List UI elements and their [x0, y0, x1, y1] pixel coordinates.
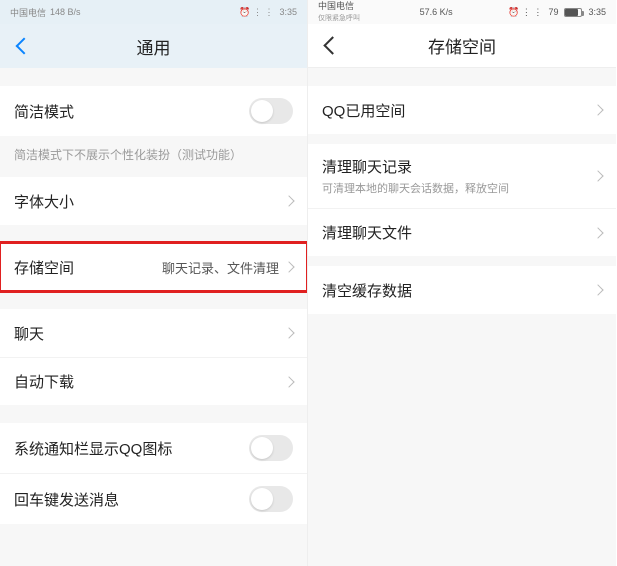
- row-chat[interactable]: 聊天: [0, 309, 307, 357]
- back-button[interactable]: [308, 24, 352, 68]
- row-label: 自动下载: [14, 371, 74, 392]
- carrier-text: 中国电信: [318, 2, 354, 11]
- row-label: 清理聊天文件: [322, 222, 412, 243]
- toggle-enter-send[interactable]: [249, 486, 293, 512]
- row-label: 聊天: [14, 323, 44, 344]
- status-time: 3:35: [588, 7, 606, 17]
- toggle-show-qq-icon[interactable]: [249, 435, 293, 461]
- status-time: 3:35: [279, 7, 297, 17]
- row-label: 存储空间: [14, 257, 74, 278]
- right-screenshot: 中国电信 仅限紧急呼叫 57.6 K/s ⏰ ⋮ ⋮ 79 3:35 存储空间 …: [308, 0, 616, 566]
- row-show-qq-icon[interactable]: 系统通知栏显示QQ图标: [0, 423, 307, 473]
- net-speed: 57.6 K/s: [420, 7, 453, 17]
- row-label: 字体大小: [14, 191, 74, 212]
- battery-pct: 79: [548, 7, 558, 17]
- page-title: 存储空间: [308, 33, 616, 58]
- row-enter-send[interactable]: 回车键发送消息: [0, 473, 307, 524]
- chevron-right-icon: [283, 261, 294, 272]
- row-storage[interactable]: 存储空间 聊天记录、文件清理: [0, 243, 307, 291]
- row-label: 清理聊天记录: [322, 156, 509, 177]
- row-simple-mode[interactable]: 简洁模式: [0, 86, 307, 136]
- chevron-right-icon: [283, 195, 294, 206]
- chevron-right-icon: [592, 227, 603, 238]
- chevron-left-icon: [16, 38, 33, 55]
- carrier-text: 中国电信: [10, 6, 46, 19]
- chevron-right-icon: [283, 376, 294, 387]
- status-bar: 中国电信 148 B/s ⏰ ⋮ ⋮ 3:35: [0, 0, 307, 24]
- simple-mode-caption: 简洁模式下不展示个性化装扮（测试功能）: [0, 136, 307, 177]
- chevron-right-icon: [592, 284, 603, 295]
- row-clear-cache[interactable]: 清空缓存数据: [308, 266, 616, 314]
- chevron-left-icon: [323, 36, 341, 54]
- row-auto-download[interactable]: 自动下载: [0, 357, 307, 405]
- left-screenshot: 中国电信 148 B/s ⏰ ⋮ ⋮ 3:35 通用 简洁模式 简洁模式下不展示…: [0, 0, 308, 566]
- row-clear-files[interactable]: 清理聊天文件: [308, 208, 616, 256]
- chevron-right-icon: [592, 104, 603, 115]
- battery-icon: [564, 8, 582, 17]
- navbar: 存储空间: [308, 24, 616, 68]
- row-subtitle: 可清理本地的聊天会话数据，释放空间: [322, 180, 509, 196]
- carrier-sub: 仅限紧急呼叫: [318, 15, 360, 22]
- status-bar: 中国电信 仅限紧急呼叫 57.6 K/s ⏰ ⋮ ⋮ 79 3:35: [308, 0, 616, 24]
- chevron-right-icon: [283, 327, 294, 338]
- row-clear-history[interactable]: 清理聊天记录 可清理本地的聊天会话数据，释放空间: [308, 144, 616, 208]
- navbar: 通用: [0, 24, 307, 68]
- net-speed: 148 B/s: [50, 7, 81, 17]
- row-label: 简洁模式: [14, 101, 74, 122]
- status-icons: ⏰ ⋮ ⋮: [508, 7, 542, 18]
- page-title: 通用: [0, 34, 307, 59]
- row-font-size[interactable]: 字体大小: [0, 177, 307, 225]
- row-label: 回车键发送消息: [14, 489, 119, 510]
- row-qq-used[interactable]: QQ已用空间: [308, 86, 616, 134]
- row-label: 清空缓存数据: [322, 280, 412, 301]
- row-label: 系统通知栏显示QQ图标: [14, 438, 172, 459]
- status-icons: ⏰ ⋮ ⋮: [239, 7, 273, 18]
- row-label: QQ已用空间: [322, 100, 405, 121]
- back-button[interactable]: [0, 24, 44, 68]
- row-value: 聊天记录、文件清理: [162, 258, 279, 277]
- toggle-simple-mode[interactable]: [249, 98, 293, 124]
- chevron-right-icon: [592, 170, 603, 181]
